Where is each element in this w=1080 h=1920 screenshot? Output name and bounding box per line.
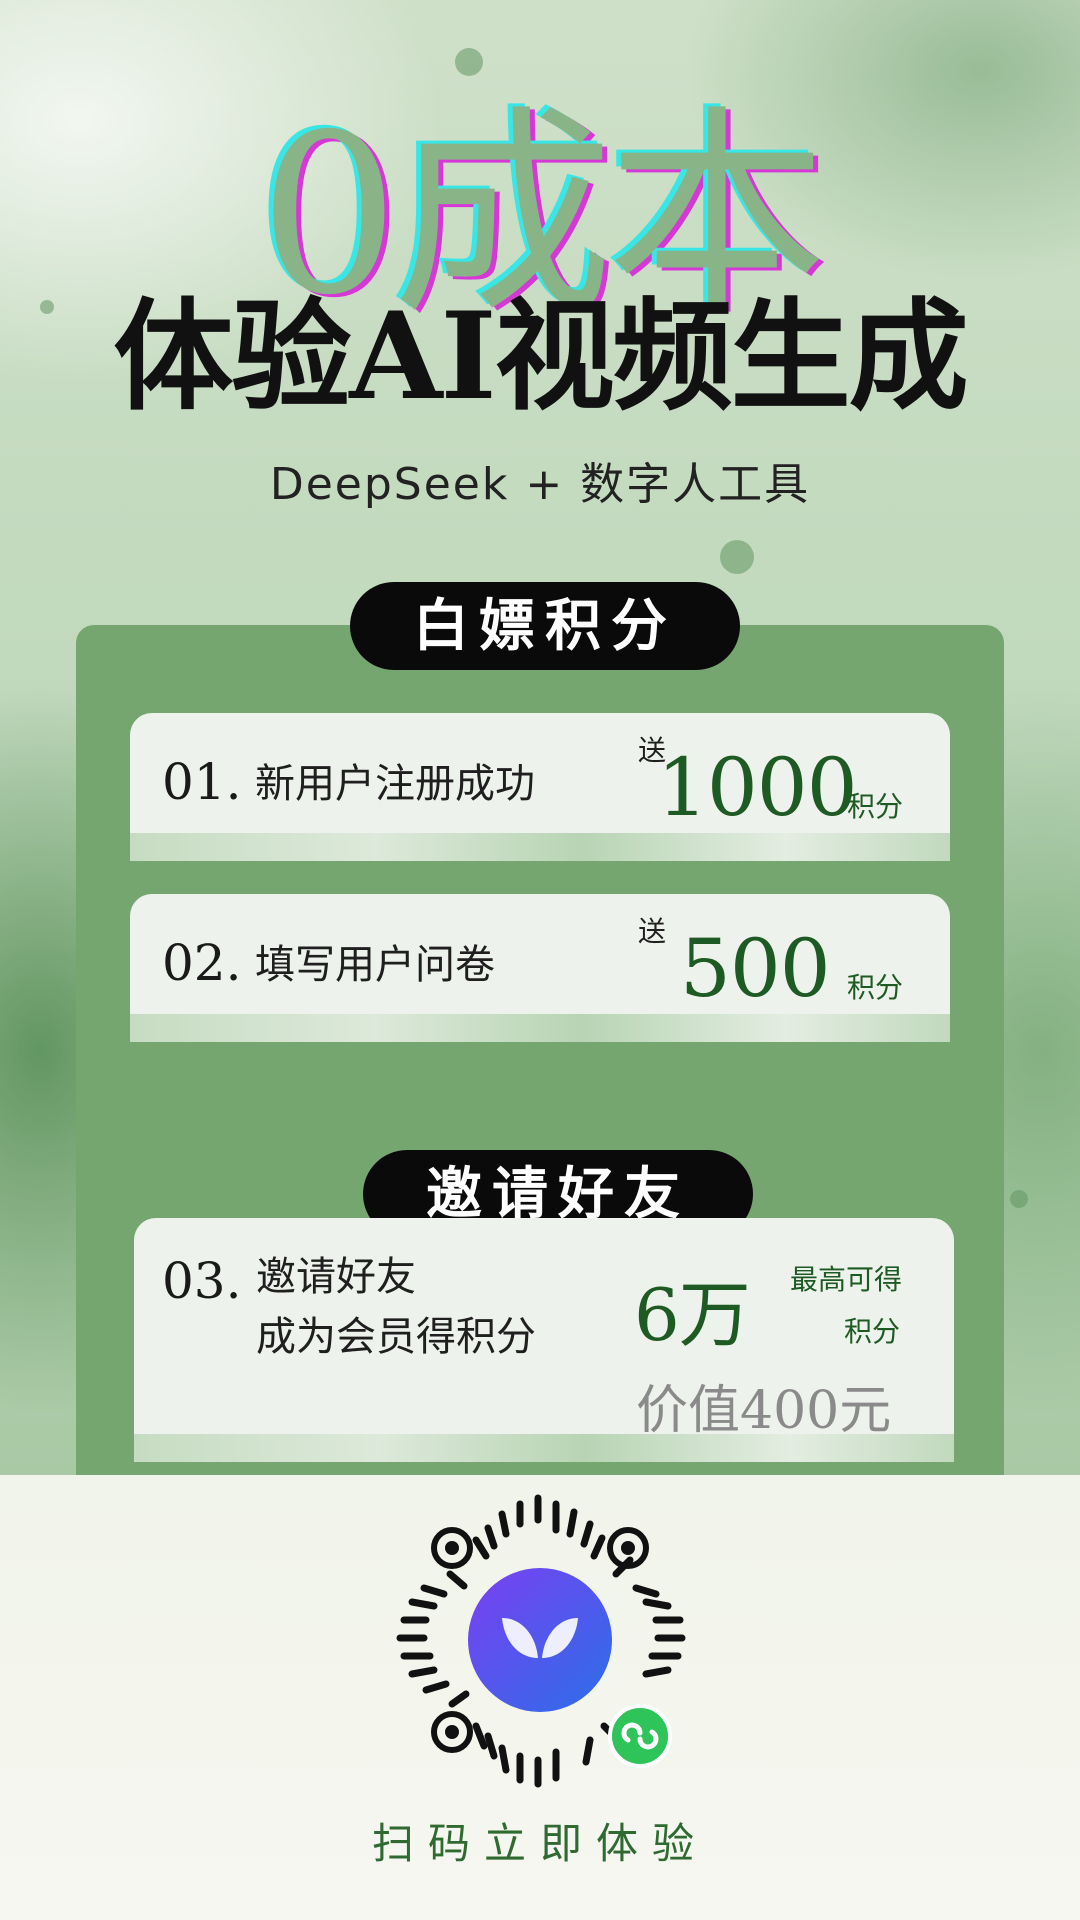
item-number: 02.: [162, 934, 242, 992]
points-value: 6万: [634, 1273, 751, 1357]
points-unit: 积分: [847, 971, 904, 1004]
paint-splash: [720, 540, 754, 574]
points-value: 1000: [657, 741, 858, 834]
points-unit: 积分: [844, 1315, 901, 1348]
paint-splash: [455, 48, 483, 76]
page-subtitle: DeepSeek + 数字人工具: [269, 459, 811, 510]
item-description: 填写用户问卷: [255, 942, 495, 988]
mini-program-qr-icon[interactable]: [390, 1490, 690, 1790]
item-description-line1: 邀请好友: [256, 1254, 416, 1300]
max-points-note: 最高可得: [790, 1263, 903, 1296]
scan-cta: 扫码立即体验: [371, 1819, 708, 1868]
item-number: 01.: [162, 753, 242, 811]
section-label-free-points: 白嫖积分: [350, 582, 740, 670]
item-number: 03.: [162, 1252, 242, 1310]
worth-label: 价值400元: [636, 1381, 892, 1441]
send-label: 送: [638, 915, 667, 948]
item-description-line2: 成为会员得积分: [256, 1314, 536, 1360]
page-title: 体验AI视频生成: [113, 286, 968, 427]
reward-card-survey: 02. 填写用户问卷 送 500 积分: [130, 894, 950, 1042]
points-unit: 积分: [847, 790, 904, 823]
card-decoration-strip: [130, 1014, 950, 1042]
paint-splash: [1010, 1190, 1028, 1208]
reward-card-register: 01. 新用户注册成功 送 1000 积分: [130, 713, 950, 861]
item-description: 新用户注册成功: [255, 761, 535, 807]
points-value: 500: [680, 922, 831, 1015]
card-decoration-strip: [130, 833, 950, 861]
reward-card-invite: 03. 邀请好友 成为会员得积分 6万 最高可得 积分 价值400元: [134, 1218, 954, 1462]
